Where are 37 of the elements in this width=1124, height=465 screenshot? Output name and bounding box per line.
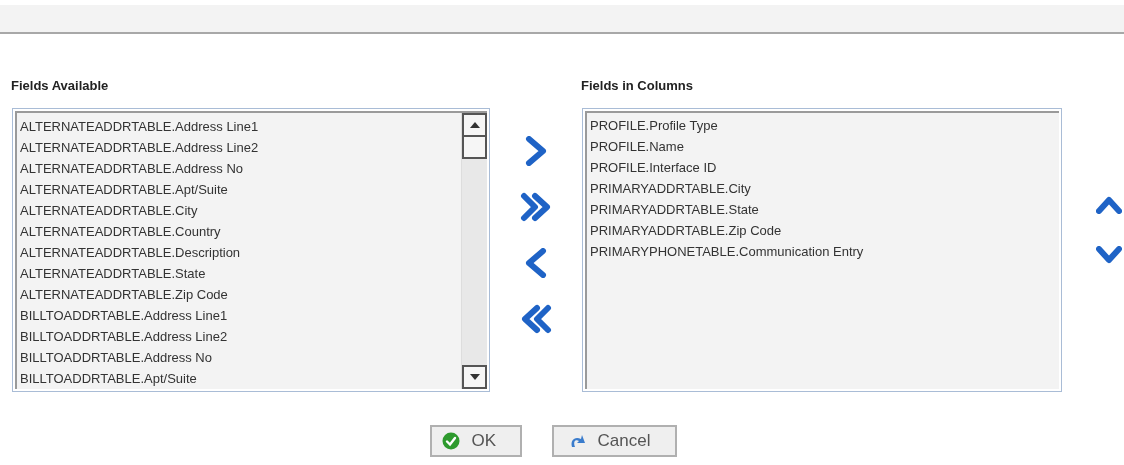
ok-button[interactable]: OK bbox=[429, 425, 522, 457]
list-item[interactable]: PROFILE.Profile Type bbox=[590, 115, 718, 136]
move-right-icon[interactable] bbox=[525, 136, 547, 166]
list-item[interactable]: BILLTOADDRTABLE.Address No bbox=[20, 347, 212, 368]
move-down-icon[interactable] bbox=[1096, 246, 1122, 264]
list-item[interactable]: ALTERNATEADDRTABLE.Address Line2 bbox=[20, 137, 259, 158]
list-item[interactable]: BILLTOADDRTABLE.Apt/Suite bbox=[20, 368, 197, 389]
list-item[interactable]: ALTERNATEADDRTABLE.Address No bbox=[20, 158, 243, 179]
list-item[interactable]: ALTERNATEADDRTABLE.Zip Code bbox=[20, 284, 228, 305]
move-up-icon[interactable] bbox=[1096, 196, 1122, 214]
list-item[interactable]: ALTERNATEADDRTABLE.State bbox=[20, 263, 206, 284]
list-item[interactable]: ALTERNATEADDRTABLE.Description bbox=[20, 242, 241, 263]
list-item[interactable]: ALTERNATEADDRTABLE.Address Line1 bbox=[20, 116, 259, 137]
scroll-up-icon[interactable] bbox=[462, 113, 487, 137]
list-item[interactable]: ALTERNATEADDRTABLE.City bbox=[20, 200, 198, 221]
scroll-down-icon[interactable] bbox=[462, 365, 487, 389]
list-item[interactable]: PROFILE.Name bbox=[590, 136, 684, 157]
list-title: Fields in Columns bbox=[581, 77, 693, 95]
move-all-right-icon[interactable] bbox=[520, 192, 552, 222]
list-item[interactable]: PROFILE.Interface ID bbox=[590, 157, 717, 178]
fields-in-columns-listbox[interactable]: PROFILE.Profile Type PROFILE.Name PROFILE.Interface ID PRIMARYADDRTABLE.City PRIMARYADDRTABLE.State PRIMARYADDRTABLE.Zip Code PRIMARYPHONETABLE.Communication Entry bbox=[582, 108, 1062, 392]
scroll-thumb[interactable] bbox=[462, 135, 487, 159]
list-item[interactable]: ALTERNATEADDRTABLE.Country bbox=[20, 221, 221, 242]
move-all-left-icon[interactable] bbox=[520, 304, 552, 334]
list-item[interactable]: PRIMARYPHONETABLE.Communication Entry bbox=[590, 241, 864, 262]
fields-available-listbox[interactable] bbox=[12, 108, 490, 392]
list-item[interactable]: BILLTOADDRTABLE.Address Line2 bbox=[20, 326, 228, 347]
move-left-icon[interactable] bbox=[525, 248, 547, 278]
list-item[interactable]: PRIMARYADDRTABLE.Zip Code bbox=[590, 220, 782, 241]
check-icon bbox=[441, 432, 460, 450]
cancel-button[interactable]: Cancel bbox=[551, 425, 677, 457]
list-item[interactable]: PRIMARYADDRTABLE.State bbox=[590, 199, 759, 220]
list-title: Fields Available bbox=[11, 77, 110, 95]
scrollbar[interactable] bbox=[461, 113, 487, 389]
list-item[interactable]: ALTERNATEADDRTABLE.Apt/Suite bbox=[20, 179, 228, 200]
list-item[interactable]: PRIMARYADDRTABLE.City bbox=[590, 178, 751, 199]
list-item[interactable]: BILLTOADDRTABLE.Address Line1 bbox=[20, 305, 228, 326]
